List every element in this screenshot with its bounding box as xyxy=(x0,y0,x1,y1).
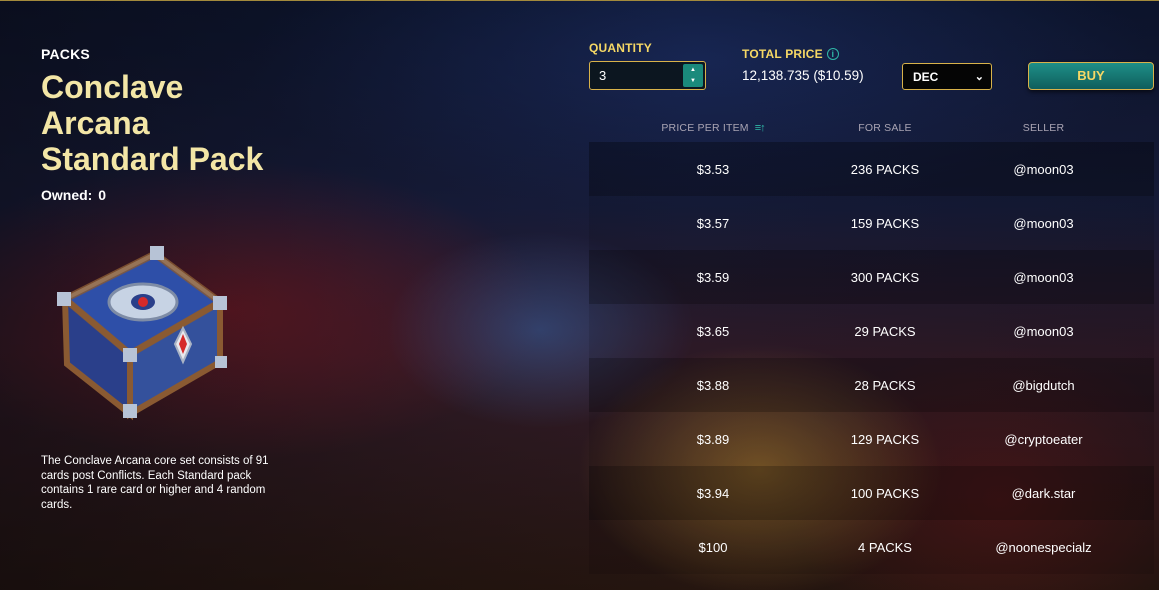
listings-table: PRICE PER ITEM ≡↑ FOR SALE SELLER $3.53 2… xyxy=(589,114,1154,574)
row-price: $3.89 xyxy=(696,431,730,447)
row-seller[interactable]: @noonespecialz xyxy=(933,540,1154,555)
row-price: $3.94 xyxy=(696,485,730,501)
row-for-sale: 129 PACKS xyxy=(850,431,920,447)
row-seller[interactable]: @cryptoeater xyxy=(933,432,1154,447)
chevron-down-icon: ⌄ xyxy=(974,71,984,83)
table-row[interactable]: $3.59 300 PACKS @moon03 xyxy=(589,250,1154,304)
table-row[interactable]: $3.94 100 PACKS @dark.star xyxy=(589,466,1154,520)
quantity-control: QUANTITY 3 ▲ ▼ xyxy=(589,41,706,90)
currency-value: DEC xyxy=(913,69,939,84)
row-for-sale: 28 PACKS xyxy=(854,377,916,393)
quantity-value: 3 xyxy=(599,68,607,83)
header-price-label: PRICE PER ITEM xyxy=(661,122,749,134)
header-seller: SELLER xyxy=(1022,122,1065,134)
info-icon[interactable]: i xyxy=(826,48,839,60)
row-seller[interactable]: @moon03 xyxy=(933,270,1154,285)
total-price-label-row: TOTAL PRICE i xyxy=(742,47,864,61)
row-price: $3.57 xyxy=(696,215,730,231)
quantity-stepper[interactable]: ▲ ▼ xyxy=(683,64,703,87)
total-price: TOTAL PRICE i 12,138.735 ($10.59) xyxy=(742,47,864,83)
row-seller[interactable]: @bigdutch xyxy=(933,378,1154,393)
row-for-sale: 4 PACKS xyxy=(858,539,912,555)
quantity-label: QUANTITY xyxy=(589,41,652,55)
row-price: $3.88 xyxy=(696,377,730,393)
row-for-sale: 100 PACKS xyxy=(850,485,920,501)
increment-icon[interactable]: ▲ xyxy=(690,67,696,73)
quantity-input[interactable]: 3 ▲ ▼ xyxy=(589,61,706,90)
row-seller[interactable]: @moon03 xyxy=(933,216,1154,231)
row-seller[interactable]: @moon03 xyxy=(933,162,1154,177)
total-price-value: 12,138.735 ($10.59) xyxy=(742,68,864,83)
row-for-sale: 300 PACKS xyxy=(850,269,920,285)
pack-info: PACKS Conclave Arcana Standard Pack Owne… xyxy=(41,46,281,203)
owned-label: Owned: xyxy=(41,187,93,203)
row-price: $3.53 xyxy=(696,161,730,177)
table-row[interactable]: $3.53 236 PACKS @moon03 xyxy=(589,142,1154,196)
table-header: PRICE PER ITEM ≡↑ FOR SALE SELLER xyxy=(589,114,1154,142)
pack-title: Conclave Arcana Standard Pack xyxy=(41,69,264,177)
row-price: $3.65 xyxy=(696,323,730,339)
pack-chest-image xyxy=(57,246,227,421)
sort-ascending-icon[interactable]: ≡↑ xyxy=(755,122,766,134)
header-for-sale: FOR SALE xyxy=(858,122,912,134)
owned-count: Owned: 0 xyxy=(41,187,281,203)
decrement-icon[interactable]: ▼ xyxy=(690,78,696,84)
row-seller[interactable]: @moon03 xyxy=(933,324,1154,339)
table-row[interactable]: $100 4 PACKS @noonespecialz xyxy=(589,520,1154,574)
table-row[interactable]: $3.57 159 PACKS @moon03 xyxy=(589,196,1154,250)
row-for-sale: 236 PACKS xyxy=(850,161,920,177)
row-seller[interactable]: @dark.star xyxy=(933,486,1154,501)
currency-select[interactable]: DEC ⌄ xyxy=(902,63,992,90)
row-for-sale: 159 PACKS xyxy=(850,215,920,231)
pack-description: The Conclave Arcana core set consists of… xyxy=(41,455,269,511)
header-price[interactable]: PRICE PER ITEM ≡↑ xyxy=(589,122,837,134)
table-row[interactable]: $3.88 28 PACKS @bigdutch xyxy=(589,358,1154,412)
owned-value: 0 xyxy=(98,187,107,203)
row-for-sale: 29 PACKS xyxy=(854,323,916,339)
category-label: PACKS xyxy=(41,46,90,62)
table-row[interactable]: $3.89 129 PACKS @cryptoeater xyxy=(589,412,1154,466)
total-price-label: TOTAL PRICE xyxy=(742,47,823,61)
buy-button[interactable]: BUY xyxy=(1028,62,1154,90)
table-row[interactable]: $3.65 29 PACKS @moon03 xyxy=(589,304,1154,358)
row-price: $3.59 xyxy=(696,269,730,285)
row-price: $100 xyxy=(698,539,728,555)
